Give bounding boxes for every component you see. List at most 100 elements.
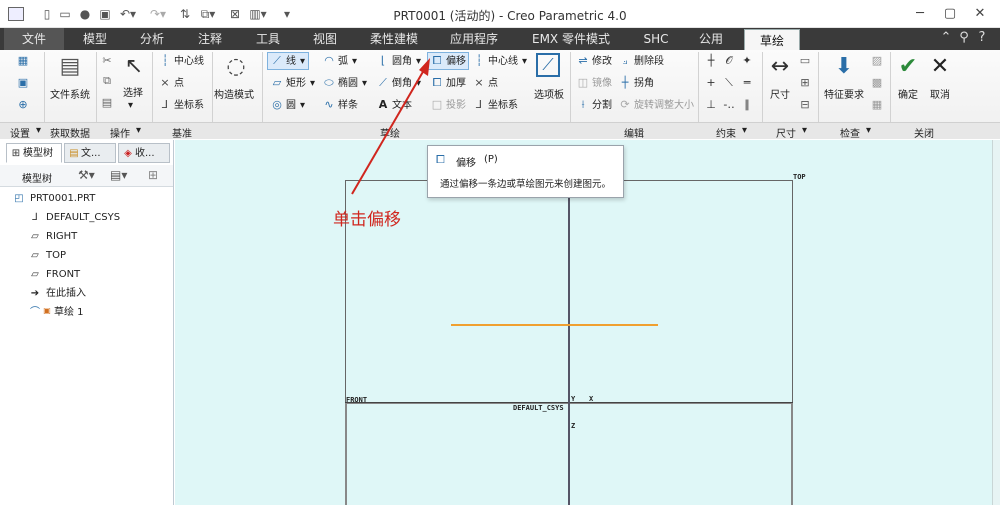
corner-button[interactable]: 拐角 [634, 78, 654, 90]
help-icon[interactable]: ? [974, 30, 990, 48]
datum-csys-button[interactable]: 坐标系 [174, 100, 204, 112]
delete-segment-button[interactable]: 删除段 [634, 56, 664, 68]
project-button[interactable]: 投影 [446, 100, 466, 112]
tangent-constraint-icon[interactable]: 𝒪 [722, 54, 736, 68]
circle-button[interactable]: 圆 [286, 100, 296, 112]
tab-view[interactable]: 视图 [298, 28, 352, 50]
sketch-line[interactable] [451, 324, 658, 326]
feature-requirements-icon[interactable]: ⬇ [830, 53, 858, 81]
overlapping-geometry-icon[interactable]: ▨ [870, 54, 884, 68]
tab-file[interactable]: 文件 [4, 28, 64, 50]
group-inspect-dropdown-icon[interactable]: ▾ [866, 125, 871, 136]
tree-settings-icon[interactable]: ⚒▾ [78, 168, 95, 182]
sketch-point-button[interactable]: 点 [488, 78, 498, 90]
cancel-button[interactable]: 取消 [930, 90, 950, 102]
open-file-icon[interactable]: ▭ [58, 6, 72, 22]
rectangle-button[interactable]: 矩形 [286, 78, 306, 90]
equal-constraint-icon[interactable]: ═ [740, 76, 754, 90]
datum-point-button[interactable]: 点 [174, 78, 184, 90]
circle-dropdown-icon[interactable]: ▾ [300, 100, 305, 112]
offset-button[interactable]: 偏移 [446, 56, 466, 68]
divide-button[interactable]: 分割 [592, 100, 612, 112]
tab-tools[interactable]: 工具 [240, 28, 296, 50]
sketch-setup-icon[interactable]: ▦ [16, 54, 30, 68]
tab-folder-browser[interactable]: ▤ 文... [64, 143, 116, 163]
group-setup[interactable]: 设置 [10, 125, 30, 140]
ellipse-button[interactable]: 椭圆 [338, 78, 358, 90]
file-system-button[interactable]: 文件系统 [50, 90, 90, 102]
search-icon[interactable]: ⚲ [956, 30, 972, 48]
midpoint-constraint-icon[interactable]: ✦ [740, 54, 754, 68]
perpendicular-constraint-icon[interactable]: ⊥ [704, 98, 718, 112]
spline-button[interactable]: 样条 [338, 100, 358, 112]
group-constrain[interactable]: 约束 [716, 125, 736, 140]
construction-mode-icon[interactable]: ◌ [222, 53, 250, 81]
ok-button[interactable]: 确定 [898, 90, 918, 102]
tree-item-csys[interactable]: ⅃ DEFAULT_CSYS [0, 209, 173, 227]
tree-item-front[interactable]: ▱ FRONT [0, 266, 173, 284]
tab-analysis[interactable]: 分析 [124, 28, 180, 50]
thicken-button[interactable]: 加厚 [446, 78, 466, 90]
new-file-icon[interactable]: ▯ [40, 6, 54, 22]
copy-icon[interactable]: ⧉ [100, 74, 114, 88]
group-operations-dropdown-icon[interactable]: ▾ [136, 125, 141, 136]
tab-flexible-modeling[interactable]: 柔性建模 [356, 28, 432, 50]
dimension-button[interactable]: 尺寸 [770, 90, 790, 102]
regenerate-icon[interactable]: ● [78, 6, 92, 22]
tab-sketch[interactable]: 草绘 [744, 29, 800, 50]
ellipse-dropdown-icon[interactable]: ▾ [362, 78, 367, 90]
redo-icon[interactable]: ↷▾ [148, 6, 168, 22]
symmetric-constraint-icon[interactable]: -‥ [722, 98, 736, 112]
sketch-centerline-dropdown-icon[interactable]: ▾ [522, 56, 527, 68]
file-system-icon[interactable]: ▤ [56, 53, 84, 81]
ok-checkmark-icon[interactable]: ✔ [894, 53, 922, 81]
sketch-centerline-button[interactable]: 中心线 [488, 56, 518, 68]
close-window-icon[interactable]: ⊠ [228, 6, 242, 22]
tab-model[interactable]: 模型 [68, 28, 122, 50]
tab-applications[interactable]: 应用程序 [436, 28, 512, 50]
minimize-button[interactable]: ─ [906, 3, 934, 23]
feature-requirements-button[interactable]: 特征要求 [824, 90, 864, 102]
tree-item-top[interactable]: ▱ TOP [0, 247, 173, 265]
tab-emx-part-mode[interactable]: EMX 零件模式 [514, 28, 628, 50]
group-constrain-dropdown-icon[interactable]: ▾ [742, 125, 747, 136]
palette-icon[interactable]: ⟋ [536, 53, 560, 77]
references-icon[interactable]: ⊕ [16, 98, 30, 112]
tab-common[interactable]: 公用 [684, 28, 738, 50]
palette-button[interactable]: 选项板 [534, 90, 564, 102]
tab-shc[interactable]: SHC [630, 28, 682, 50]
sketch-view-icon[interactable]: ▣ [16, 76, 30, 90]
customize-toolbar-icon[interactable]: ▾ [280, 6, 294, 22]
rotate-resize-button[interactable]: 旋转调整大小 [634, 100, 694, 112]
select-icon[interactable]: ↖ [120, 53, 148, 81]
rectangle-dropdown-icon[interactable]: ▾ [310, 78, 315, 90]
group-operations[interactable]: 操作 [110, 125, 130, 140]
group-inspect[interactable]: 检查 [840, 125, 860, 140]
sketch-csys-button[interactable]: 坐标系 [488, 100, 518, 112]
parallel-constraint-icon[interactable]: ∥ [740, 98, 754, 112]
reference-dim-icon[interactable]: ⊟ [798, 98, 812, 112]
select-dropdown-icon[interactable]: ▾ [128, 100, 133, 112]
display-style-icon[interactable]: ▥▾ [248, 6, 268, 22]
modify-button[interactable]: 修改 [592, 56, 612, 68]
arc-dropdown-icon[interactable]: ▾ [352, 56, 357, 68]
windows-icon[interactable]: ⧉▾ [198, 6, 218, 22]
close-button[interactable]: ✕ [966, 3, 994, 23]
dimension-icon[interactable]: ↔ [766, 53, 794, 81]
undo-icon[interactable]: ↶▾ [118, 6, 138, 22]
vertical-constraint-icon[interactable]: ┼ [704, 54, 718, 68]
perimeter-icon[interactable]: ▭ [798, 54, 812, 68]
mirror-button[interactable]: 镜像 [592, 78, 612, 90]
tree-filter-icon[interactable]: ⊞ [148, 168, 158, 182]
chamfer-button[interactable]: 倒角 [392, 78, 412, 90]
chamfer-dropdown-icon[interactable]: ▾ [416, 78, 421, 90]
tree-item-sketch[interactable]: ⌒ ▣ 草绘 1 [0, 304, 173, 322]
arc-button[interactable]: 弧 [338, 56, 348, 68]
line-dropdown-icon[interactable]: ▾ [300, 56, 305, 68]
select-button[interactable]: 选择 [123, 88, 143, 100]
paste-icon[interactable]: ▤ [100, 96, 114, 110]
fillet-dropdown-icon[interactable]: ▾ [416, 56, 421, 68]
tab-model-tree[interactable]: ⊞ 模型树 [6, 143, 62, 163]
line-button[interactable]: 线 [286, 56, 296, 68]
baseline-icon[interactable]: ⊞ [798, 76, 812, 90]
